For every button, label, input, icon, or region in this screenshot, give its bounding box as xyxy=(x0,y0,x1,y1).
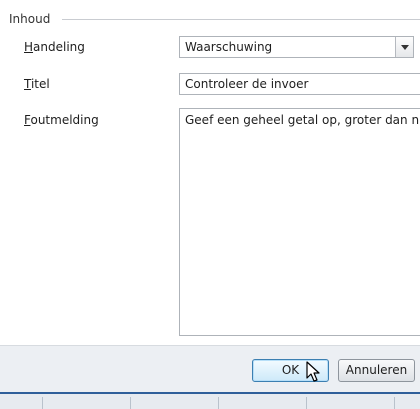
spreadsheet-header-strip xyxy=(0,392,420,409)
column-divider xyxy=(130,397,131,409)
cancel-button[interactable]: Annuleren xyxy=(338,359,415,382)
handeling-label-accesskey: H xyxy=(24,40,34,54)
handeling-label-text: andeling xyxy=(33,40,85,54)
handeling-label: Handeling xyxy=(24,40,85,54)
titel-label: Titel xyxy=(24,77,50,91)
dialog-footer: OK Annuleren xyxy=(0,345,420,393)
column-divider xyxy=(42,397,43,409)
column-divider xyxy=(218,397,219,409)
chevron-down-icon[interactable] xyxy=(395,37,413,57)
foutmelding-textarea[interactable]: Geef een geheel getal op, groter dan nul xyxy=(179,108,420,336)
titel-input-value: Controleer de invoer xyxy=(185,77,309,91)
titel-label-text: itel xyxy=(30,77,50,91)
handeling-select[interactable]: Waarschuwing xyxy=(179,36,414,58)
column-divider xyxy=(306,397,307,409)
group-divider xyxy=(62,19,420,20)
foutmelding-label-text: outmelding xyxy=(30,113,99,127)
group-title: Inhoud xyxy=(9,12,51,26)
handeling-select-value: Waarschuwing xyxy=(185,40,273,54)
foutmelding-textarea-value: Geef een geheel getal op, groter dan nul xyxy=(185,113,420,127)
foutmelding-label: Foutmelding xyxy=(24,113,99,127)
mouse-pointer-icon xyxy=(306,361,320,382)
titel-label-accesskey: T xyxy=(24,77,31,91)
column-divider xyxy=(394,397,395,409)
titel-input[interactable]: Controleer de invoer xyxy=(179,73,420,95)
